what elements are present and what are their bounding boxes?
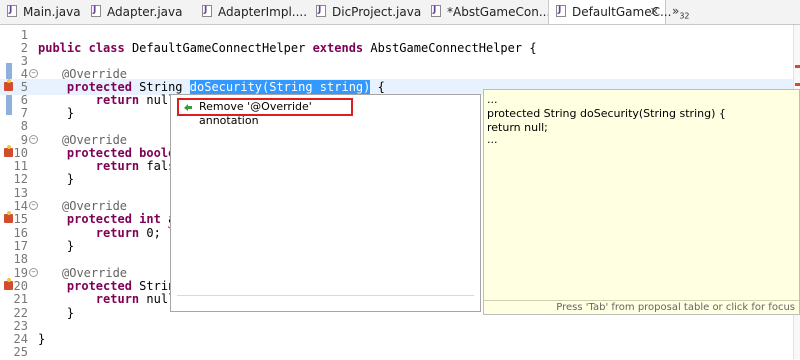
java-file-icon [91,5,101,17]
tab-dicproject-java[interactable]: DicProject.java [309,0,423,24]
java-file-icon [431,5,441,17]
tab-label: *AbstGameCon... [447,5,551,19]
close-tab-icon[interactable]: ✕ [650,5,659,18]
tab-defaultgameconnect[interactable]: DefaultGameC... ✕ [548,0,671,24]
tab-overflow-button[interactable]: »32 [672,4,690,20]
quick-fix-popup[interactable]: Remove '@Override' annotation [170,94,481,312]
quick-fix-proposal-remove-override[interactable]: Remove '@Override' annotation [177,98,353,127]
java-file-icon [556,5,566,17]
overflow-count: 32 [679,11,690,21]
tab-adapter-java[interactable]: Adapter.java [84,0,194,24]
fold-collapse-icon[interactable]: − [29,201,38,210]
preview-line: ... [487,93,498,106]
popup-divider [177,295,474,296]
tab-adapterimpl[interactable]: AdapterImpl.... [195,0,313,24]
tab-abstgameconnect[interactable]: *AbstGameCon... [424,0,551,24]
line-number: 25 [13,345,28,359]
error-overview-mark[interactable] [795,65,800,68]
fold-collapse-icon[interactable]: − [29,268,38,277]
tab-label: DicProject.java [332,5,422,19]
tab-label: AdapterImpl.... [218,5,308,19]
quick-fix-label: Remove '@Override' annotation [199,100,312,127]
tab-main-java[interactable]: Main.java [0,0,83,24]
fix-preview-popup[interactable]: ... protected String doSecurity(String s… [483,89,800,315]
tab-label: Adapter.java [107,5,183,19]
correction-change-icon [184,104,192,111]
tab-label: Main.java [23,5,81,19]
fold-collapse-icon[interactable]: − [29,135,38,144]
preview-line: protected String doSecurity(String strin… [487,107,726,120]
preview-line: ... [487,133,498,146]
error-overview-mark[interactable] [795,83,800,86]
fold-collapse-icon[interactable]: − [29,69,38,78]
java-file-icon [202,5,212,17]
preview-status-hint: Press 'Tab' from proposal table or click… [484,300,799,314]
editor-tab-bar: Main.java Adapter.java AdapterImpl.... D… [0,0,800,25]
java-file-icon [316,5,326,17]
java-file-icon [7,5,17,17]
